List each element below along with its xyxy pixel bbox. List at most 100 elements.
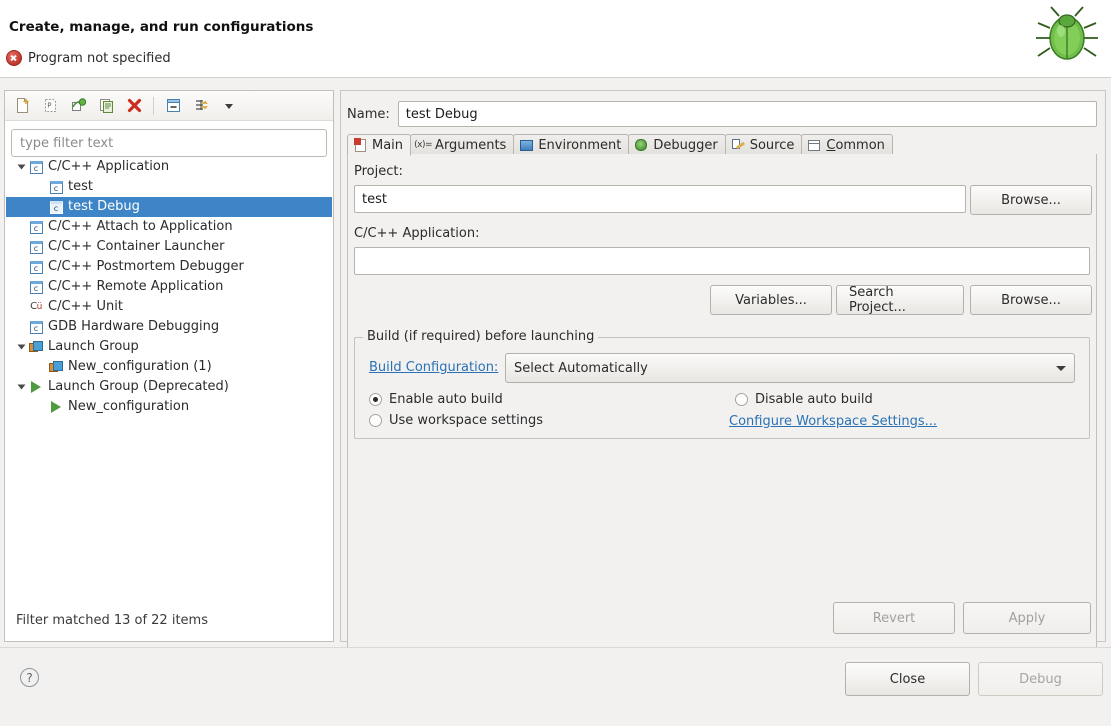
debug-button[interactable]: Debug [978,662,1103,696]
project-input[interactable]: test [354,185,966,213]
main-tab-content: Project: test Browse... C/C++ Applicatio… [347,154,1097,670]
tab-environment[interactable]: Environment [513,134,630,155]
tree-item-icon: c [48,179,64,195]
chevron-down-icon[interactable] [14,380,28,394]
tree-item-icon [48,399,64,415]
green-play-icon [31,381,41,393]
footer-buttons: Close Debug [845,662,1103,696]
build-configuration-value: Select Automatically [514,360,648,376]
radio-disable-auto-build-label: Disable auto build [755,392,873,407]
configure-workspace-settings-link[interactable]: Configure Workspace Settings... [729,414,937,429]
build-group: Build (if required) before launching Bui… [354,329,1090,439]
tab-label: Debugger [653,137,718,153]
tab-label: Common [826,137,885,153]
status-message-text: Program not specified [28,50,171,66]
application-input[interactable] [354,247,1090,275]
tree-item-label: C/C++ Unit [48,299,123,314]
build-configuration-link[interactable]: Build Configuration: [369,360,498,375]
tree-item[interactable]: c C/C++ Attach to Application [6,217,332,237]
tree-item[interactable]: New_configuration [6,397,332,417]
application-browse-button[interactable]: Browse... [970,285,1092,315]
green-bug-icon [1036,6,1098,60]
variables-button[interactable]: Variables... [710,285,832,315]
status-message: Program not specified [6,50,171,66]
tree-item-icon: c [28,259,44,275]
revert-button[interactable]: Revert [833,602,955,634]
name-row: Name: test Debug [347,101,1097,127]
tree-item-label: C/C++ Postmortem Debugger [48,259,244,274]
tree-item[interactable]: Cü C/C++ Unit [6,297,332,317]
tree-item[interactable]: Launch Group [6,337,332,357]
radio-enable-auto-build-label: Enable auto build [389,392,503,407]
tree-item[interactable]: c C/C++ Application [6,157,332,177]
tree-item-label: GDB Hardware Debugging [48,319,220,334]
search-project-button[interactable]: Search Project... [836,285,964,315]
environment-tab-icon [519,138,533,152]
tab-debugger[interactable]: Debugger [628,134,726,155]
project-input-value: test [362,191,387,207]
tree-item[interactable]: c test Debug [6,197,332,217]
c-file-icon: c [29,160,43,174]
configuration-editor: Name: test Debug Main (x)= Arguments Enviro… [340,90,1106,670]
tree-item-icon [48,359,64,375]
radio-disable-auto-build[interactable]: Disable auto build [735,392,873,407]
tree-item[interactable]: c C/C++ Postmortem Debugger [6,257,332,277]
radio-use-workspace-settings[interactable]: Use workspace settings [369,413,543,428]
tab-label: Source [749,137,795,153]
name-input-value: test Debug [405,106,478,122]
chevron-down-icon[interactable] [14,160,28,174]
launch-group-icon [49,360,63,374]
tree-item-label: C/C++ Container Launcher [48,239,225,254]
c-file-icon: c [29,280,43,294]
project-browse-button[interactable]: Browse... [970,185,1092,215]
tree-item-icon: Cü [28,299,44,315]
chevron-down-icon[interactable] [14,340,28,354]
tree-item[interactable]: New_configuration (1) [6,357,332,377]
tab-source[interactable]: Source [724,134,803,155]
collapse-all-icon[interactable] [160,94,186,118]
c-file-icon: c [29,220,43,234]
tree-item[interactable]: c GDB Hardware Debugging [6,317,332,337]
duplicate-icon[interactable] [93,94,119,118]
export-icon[interactable] [65,94,91,118]
tree-item[interactable]: c C/C++ Remote Application [6,277,332,297]
tab-label: Main [372,137,404,153]
tree-item[interactable]: Launch Group (Deprecated) [6,377,332,397]
tab-main[interactable]: Main [347,134,412,156]
tree-item-label: test [68,179,93,194]
chevron-down-icon[interactable] [216,94,242,118]
red-x-icon[interactable] [121,94,147,118]
build-configuration-combo[interactable]: Select Automatically [505,353,1075,383]
arguments-tab-icon: (x)= [414,140,432,150]
new-document-icon[interactable] [9,94,35,118]
launch-group-icon [29,340,43,354]
tree-item[interactable]: c C/C++ Container Launcher [6,237,332,257]
name-input[interactable]: test Debug [397,101,1097,127]
configuration-tabs[interactable]: Main (x)= Arguments Environment Debugger Sour… [347,133,1097,156]
tree-item-label: C/C++ Application [48,159,170,174]
configurations-tree[interactable]: c C/C++ Application c test c test Debug c C/C++… [6,157,332,599]
tab-arguments[interactable]: (x)= Arguments [410,134,515,155]
launch-configurations-dialog: Create, manage, and run configurations P… [0,0,1111,726]
common-tab-icon [807,138,821,152]
help-icon[interactable]: ? [20,668,39,687]
new-prototype-icon[interactable]: P [37,94,63,118]
tab-common[interactable]: Common [801,134,893,155]
radio-enable-auto-build[interactable]: Enable auto build [369,392,503,407]
tree-item-label: New_configuration (1) [68,359,212,374]
debugger-tab-icon [634,138,648,152]
apply-button[interactable]: Apply [963,602,1091,634]
filter-placeholder: type filter text [20,135,114,151]
build-group-title: Build (if required) before launching [363,329,599,344]
filter-icon[interactable] [188,94,214,118]
tree-item-icon: c [28,159,44,175]
tree-item[interactable]: c test [6,177,332,197]
c-file-icon: c [49,200,63,214]
filter-input[interactable]: type filter text [11,129,327,157]
close-button[interactable]: Close [845,662,970,696]
